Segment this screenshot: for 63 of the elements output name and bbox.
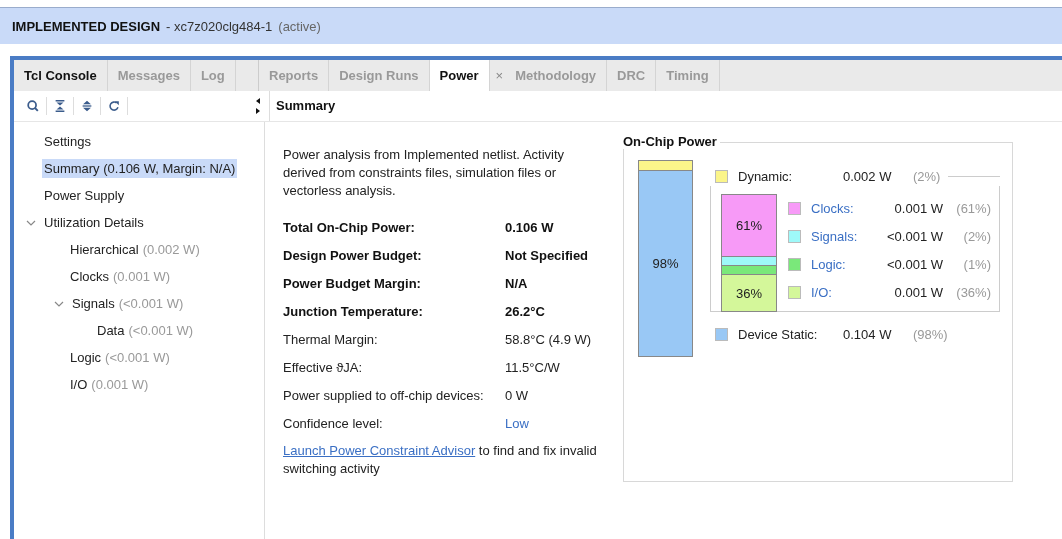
bar-percent: 36% <box>736 285 762 301</box>
refresh-icon[interactable] <box>107 99 121 113</box>
metric-label: Design Power Budget: <box>283 247 423 265</box>
tree-item[interactable]: Logic (<0.001 W) <box>68 348 172 367</box>
tab[interactable]: Power <box>429 60 490 91</box>
tab[interactable]: Tcl Console <box>14 60 108 91</box>
tree-item[interactable]: Data (<0.001 W) <box>95 321 196 340</box>
tree-item[interactable]: Summary (0.106 W, Margin: N/A) <box>42 159 238 178</box>
legend-share: (1%) <box>962 256 991 272</box>
metric-value: 58.8°C (4.9 W) <box>505 331 593 349</box>
close-icon[interactable]: × <box>489 60 506 91</box>
legend-value: <0.001 W <box>886 256 943 272</box>
legend-link[interactable]: Clocks: <box>811 200 871 216</box>
description-text: Power analysis from Implemented netlist. Activity derived from constraints files, simulation files or vectorless analysis. <box>283 146 566 200</box>
legend-link[interactable]: Signals: <box>811 228 871 244</box>
legend-share: (2%) <box>962 228 991 244</box>
legend-link[interactable]: I/O: <box>811 284 871 300</box>
legend-value: 0.001 W <box>893 200 943 216</box>
tree-item[interactable]: I/O (0.001 W) <box>68 375 151 394</box>
legend-label: Dynamic: <box>738 168 794 184</box>
legend-value: 0.104 W <box>843 326 893 342</box>
legend-link[interactable]: Logic: <box>811 256 871 272</box>
metric-label: Junction Temperature: <box>283 303 424 321</box>
splitter-arrows-icon[interactable] <box>255 96 261 116</box>
metric-label: Confidence level: <box>283 415 384 433</box>
metric-value: 0 W <box>505 387 530 405</box>
metric-value: 11.5°C/W <box>505 359 561 377</box>
part-name: - xc7z020clg484-1 <box>166 18 273 34</box>
metric-value: N/A <box>505 275 529 293</box>
legend-share: (61%) <box>955 200 991 216</box>
metric-value: 26.2°C <box>505 303 546 321</box>
tree-item[interactable]: Power Supply <box>42 186 127 205</box>
tree-item[interactable]: Signals (<0.001 W) <box>70 294 186 313</box>
metric-label: Thermal Margin: <box>283 331 379 349</box>
legend-value: 0.001 W <box>893 284 943 300</box>
collapse-all-icon[interactable] <box>53 99 67 113</box>
metric-label: Total On-Chip Power: <box>283 219 416 237</box>
design-title: IMPLEMENTED DESIGN <box>12 18 161 34</box>
advisor-text: Launch Power Constraint Advisor to find and fix invalid switching activity <box>283 442 598 478</box>
tree-item[interactable]: Utilization Details <box>42 213 146 232</box>
legend-share: (2%) <box>912 168 941 184</box>
panel-title: On-Chip Power <box>620 134 720 149</box>
legend-value: 0.002 W <box>843 168 893 184</box>
metric-link[interactable]: Low <box>505 410 607 438</box>
metric-value: 0.106 W <box>505 219 555 237</box>
legend-share: (36%) <box>955 284 991 300</box>
metric-label: Power Budget Margin: <box>283 275 422 293</box>
legend-label: Device Static: <box>738 326 819 342</box>
tree-item[interactable]: Settings <box>42 132 93 151</box>
search-icon[interactable] <box>26 99 40 113</box>
legend-value: <0.001 W <box>886 228 943 244</box>
legend-share: (98%) <box>912 326 948 342</box>
section-title: Summary <box>269 91 336 121</box>
metric-label: Power supplied to off-chip devices: <box>283 387 485 405</box>
expand-all-icon[interactable] <box>80 99 94 113</box>
metric-value: Not Specified <box>505 247 590 265</box>
tree-item[interactable]: Clocks (0.001 W) <box>68 267 173 286</box>
metric-label: Effective ϑJA: <box>283 359 364 377</box>
advisor-link[interactable]: Launch Power Constraint Advisor <box>283 443 476 458</box>
status-label: (active) <box>278 18 321 34</box>
tree-item[interactable]: Hierarchical (0.002 W) <box>68 240 202 259</box>
bar-percent: 98% <box>652 256 679 271</box>
bar-percent: 61% <box>736 218 762 233</box>
